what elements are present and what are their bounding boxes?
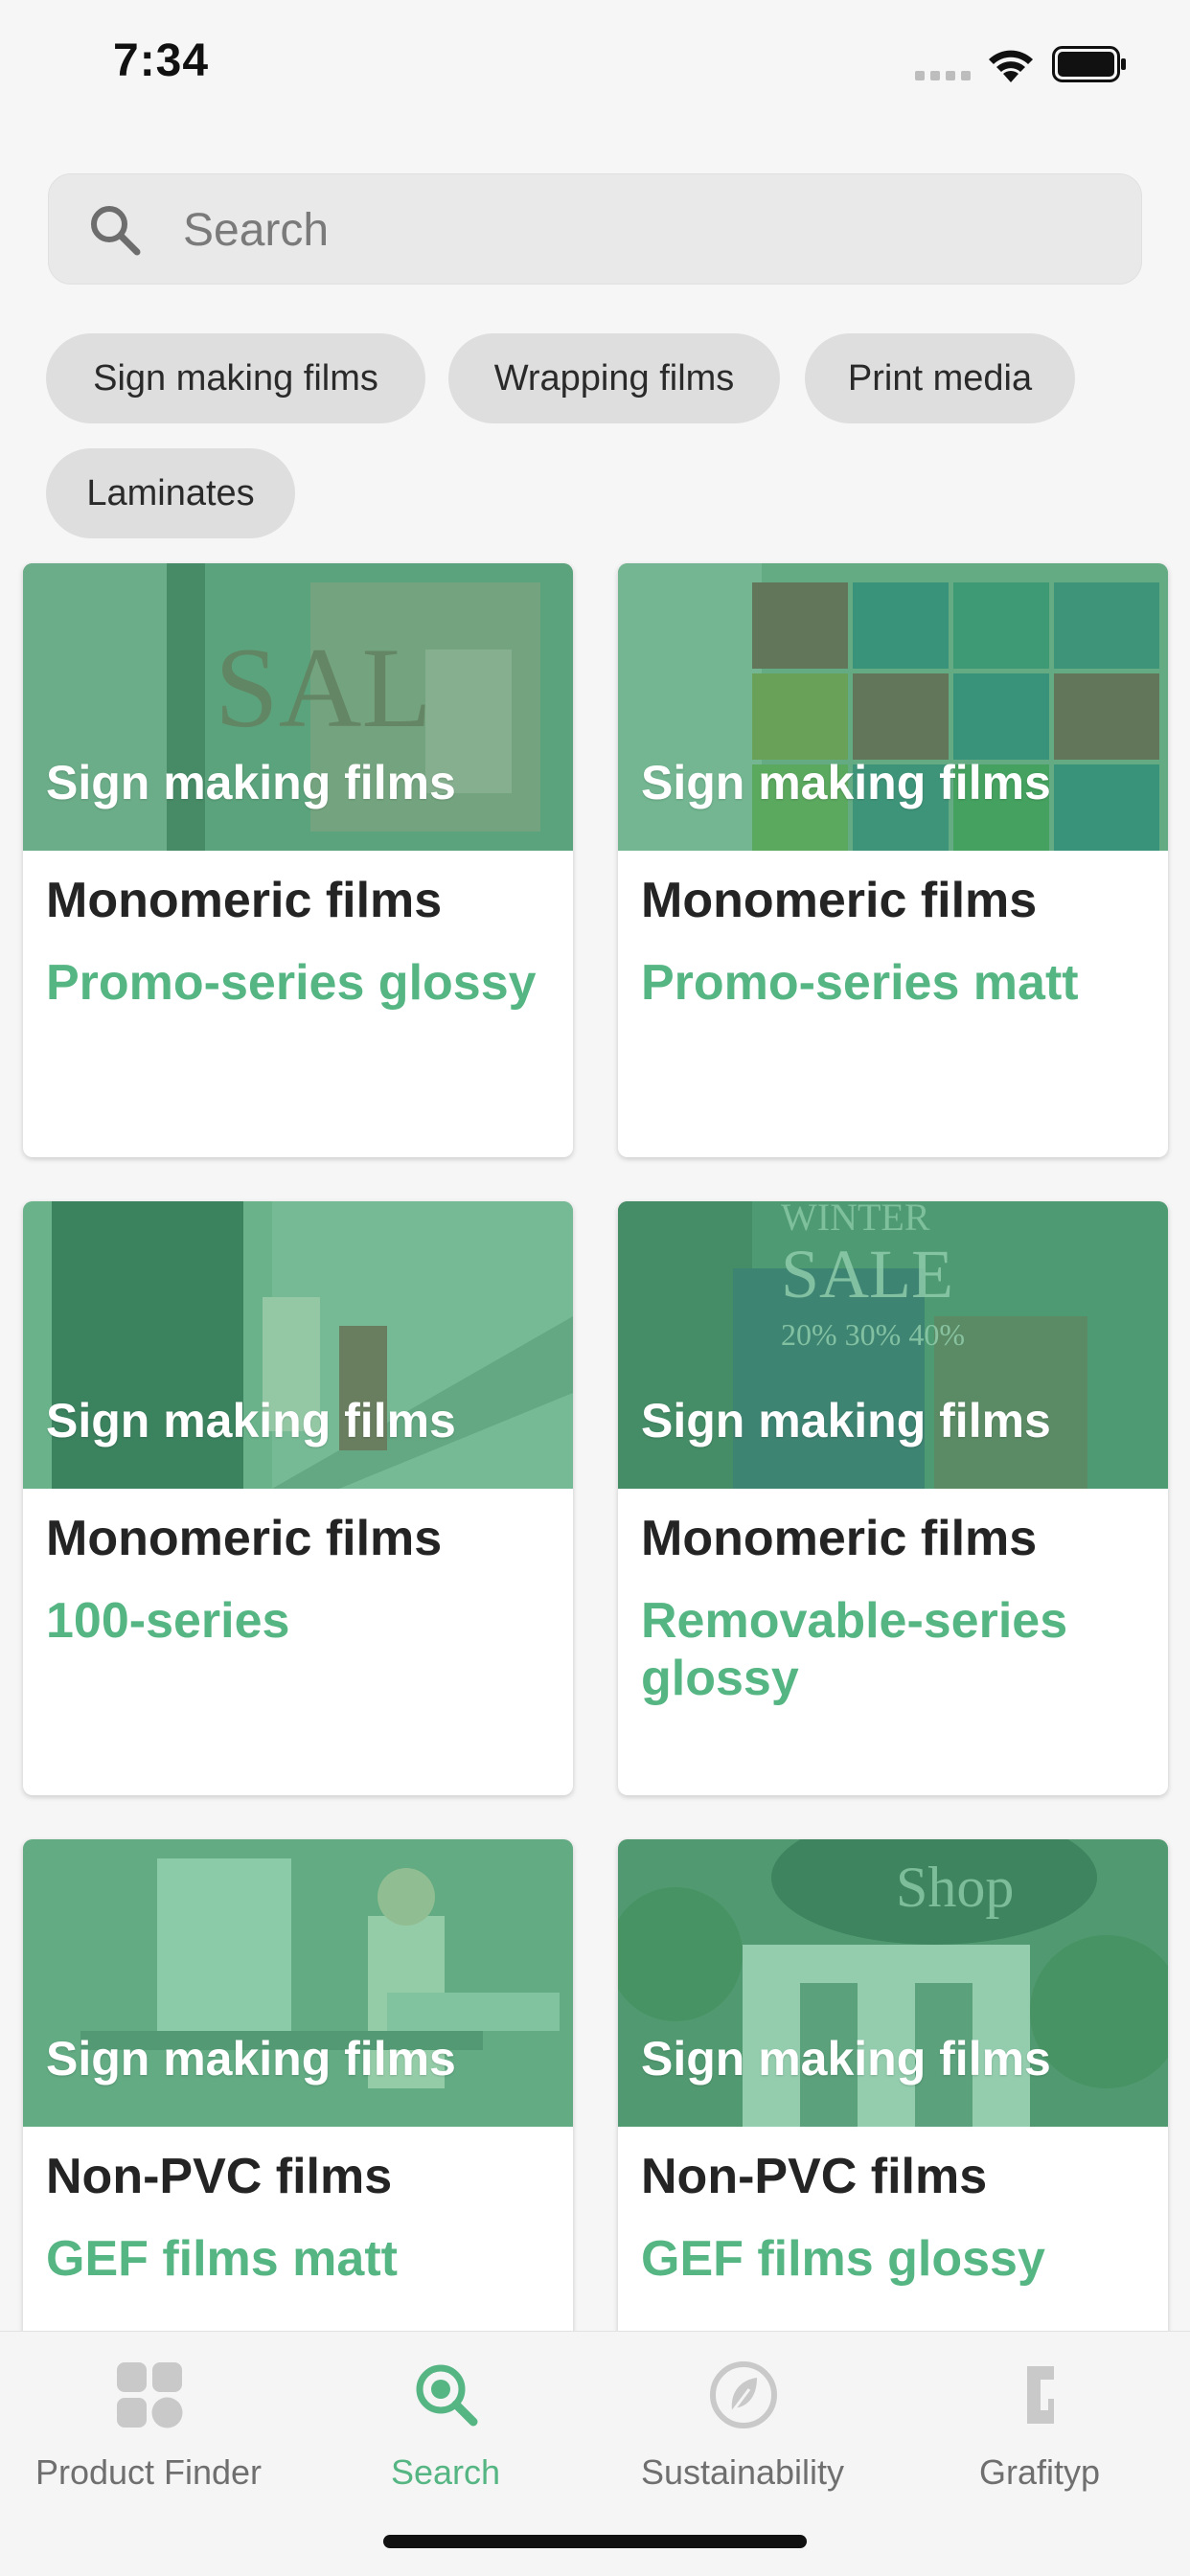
card-category: Sign making films bbox=[641, 2032, 1051, 2086]
search-bar[interactable] bbox=[48, 173, 1142, 285]
cellular-signal-icon bbox=[915, 67, 971, 80]
tab-label: Sustainability bbox=[640, 2452, 845, 2492]
card-product-type: Monomeric films bbox=[46, 1511, 443, 1566]
tab-label: Product Finder bbox=[34, 2452, 263, 2492]
golf-counter-photo: Sign making films bbox=[23, 1839, 573, 2127]
search-icon bbox=[416, 2364, 478, 2427]
grafityp-logo-icon bbox=[1027, 2366, 1054, 2424]
card-category: Sign making films bbox=[641, 756, 1051, 809]
card-product-name: 100-series bbox=[46, 1593, 290, 1649]
status-bar: 7:34 bbox=[0, 0, 1190, 134]
product-card[interactable]: Sign making films Monomeric films 100-se… bbox=[23, 1201, 573, 1795]
expo-hall-signs-photo: Sign making films bbox=[618, 563, 1168, 851]
status-time: 7:34 bbox=[113, 35, 210, 86]
card-category: Sign making films bbox=[46, 2032, 456, 2086]
wifi-icon bbox=[989, 50, 1033, 82]
card-product-type: Non-PVC films bbox=[46, 2149, 393, 2204]
tab-grafityp[interactable]: Grafityp bbox=[891, 2360, 1188, 2495]
card-product-name: GEF films glossy bbox=[641, 2231, 1045, 2287]
sale-window-photo: SALE Sign making films bbox=[23, 563, 573, 851]
card-product-type: Monomeric films bbox=[641, 1511, 1038, 1566]
winter-sale-window-photo: WINTER SALE 20% 30% 40% Sign making film… bbox=[618, 1201, 1168, 1489]
tab-label: Search bbox=[390, 2452, 501, 2492]
escalator-signage-photo: Sign making films bbox=[23, 1201, 573, 1489]
tab-sustainability[interactable]: Sustainability bbox=[594, 2360, 891, 2495]
tab-search[interactable]: Search bbox=[297, 2360, 594, 2495]
battery-icon bbox=[1052, 46, 1126, 82]
grid-icon bbox=[117, 2362, 183, 2428]
card-product-name: GEF films matt bbox=[46, 2231, 398, 2287]
leaf-icon bbox=[710, 2361, 777, 2428]
product-card[interactable]: WINTER SALE 20% 30% 40% Sign making film… bbox=[618, 1201, 1168, 1795]
search-icon bbox=[91, 206, 141, 256]
filter-chip-print-media[interactable]: Print media bbox=[805, 333, 1075, 423]
filter-chip-sign-making-films[interactable]: Sign making films bbox=[46, 333, 425, 423]
home-indicator bbox=[383, 2535, 807, 2548]
coffee-shop-sign-photo: Shop Sign making films bbox=[618, 1839, 1168, 2127]
product-card[interactable]: SALE Sign making films Monomeric films P… bbox=[23, 563, 573, 1157]
search-input[interactable] bbox=[181, 194, 1105, 266]
card-category: Sign making films bbox=[46, 756, 456, 809]
card-product-name: Promo-series glossy bbox=[46, 955, 537, 1011]
tab-product-finder[interactable]: Product Finder bbox=[0, 2360, 297, 2495]
card-category: Sign making films bbox=[641, 1394, 1051, 1448]
card-product-type: Monomeric films bbox=[46, 873, 443, 928]
card-product-type: Non-PVC films bbox=[641, 2149, 988, 2204]
card-product-name: Removable-series glossy bbox=[641, 1593, 1068, 1706]
card-product-name: Promo-series matt bbox=[641, 955, 1079, 1011]
filter-chip-laminates[interactable]: Laminates bbox=[46, 448, 295, 538]
tab-label: Grafityp bbox=[978, 2452, 1101, 2492]
card-category: Sign making films bbox=[46, 1394, 456, 1448]
product-card[interactable]: Sign making films Monomeric films Promo-… bbox=[618, 563, 1168, 1157]
filter-chip-wrapping-films[interactable]: Wrapping films bbox=[448, 333, 780, 423]
card-product-type: Monomeric films bbox=[641, 873, 1038, 928]
